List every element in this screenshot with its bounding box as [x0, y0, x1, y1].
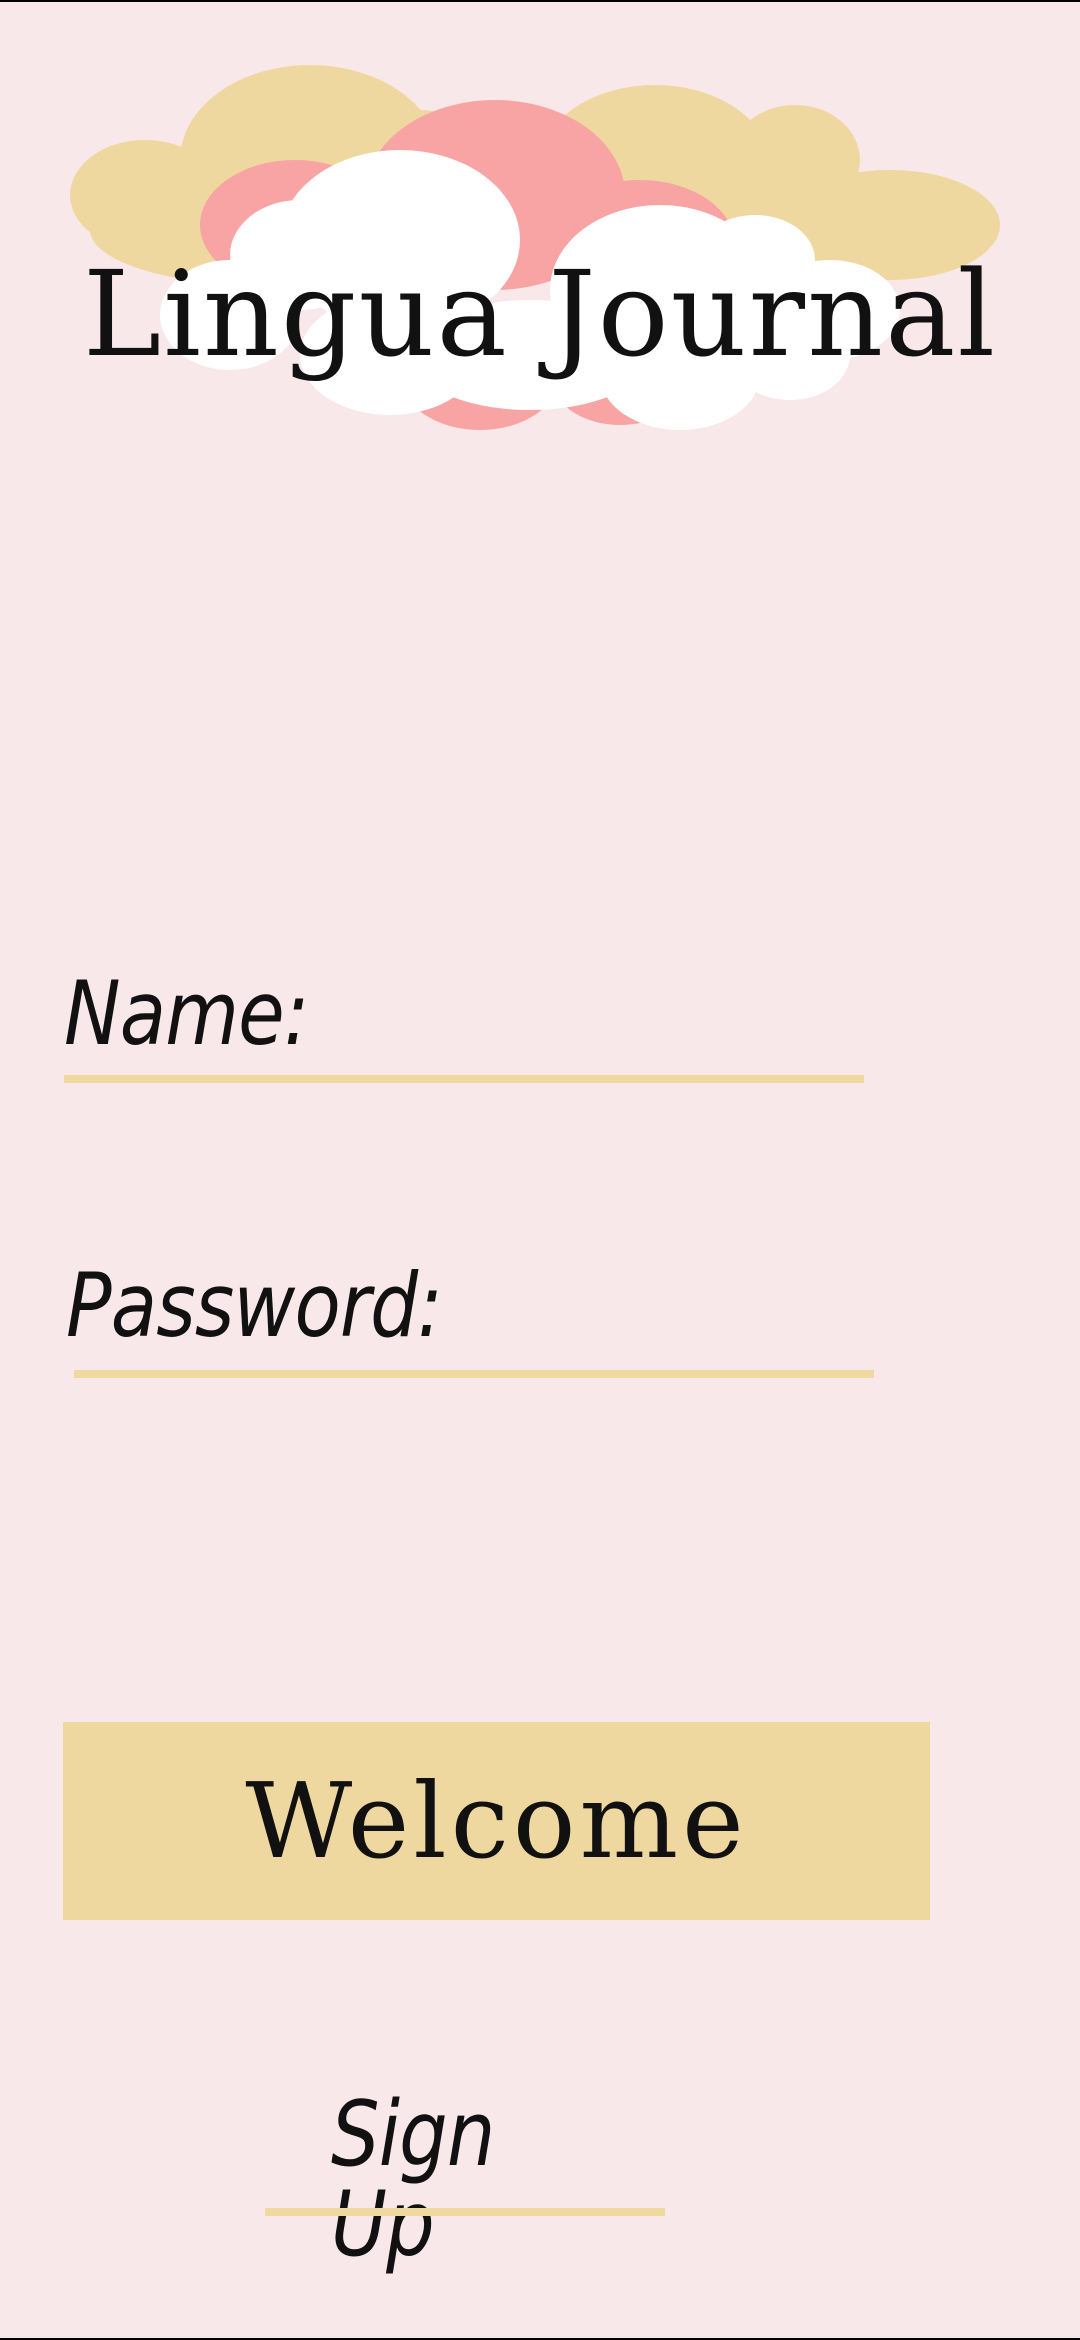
sign-up-link[interactable]: Sign Up — [265, 2090, 665, 2270]
name-label: Name: — [64, 962, 309, 1065]
password-label: Password: — [66, 1254, 443, 1357]
sign-up-underline — [265, 2208, 665, 2216]
name-field[interactable] — [64, 1075, 864, 1083]
welcome-button[interactable]: Welcome — [63, 1722, 930, 1920]
app-title: Lingua Journal — [82, 245, 998, 383]
password-field[interactable] — [74, 1370, 874, 1378]
sign-up-label: Sign Up — [331, 2082, 495, 2277]
welcome-button-label: Welcome — [245, 1760, 748, 1882]
